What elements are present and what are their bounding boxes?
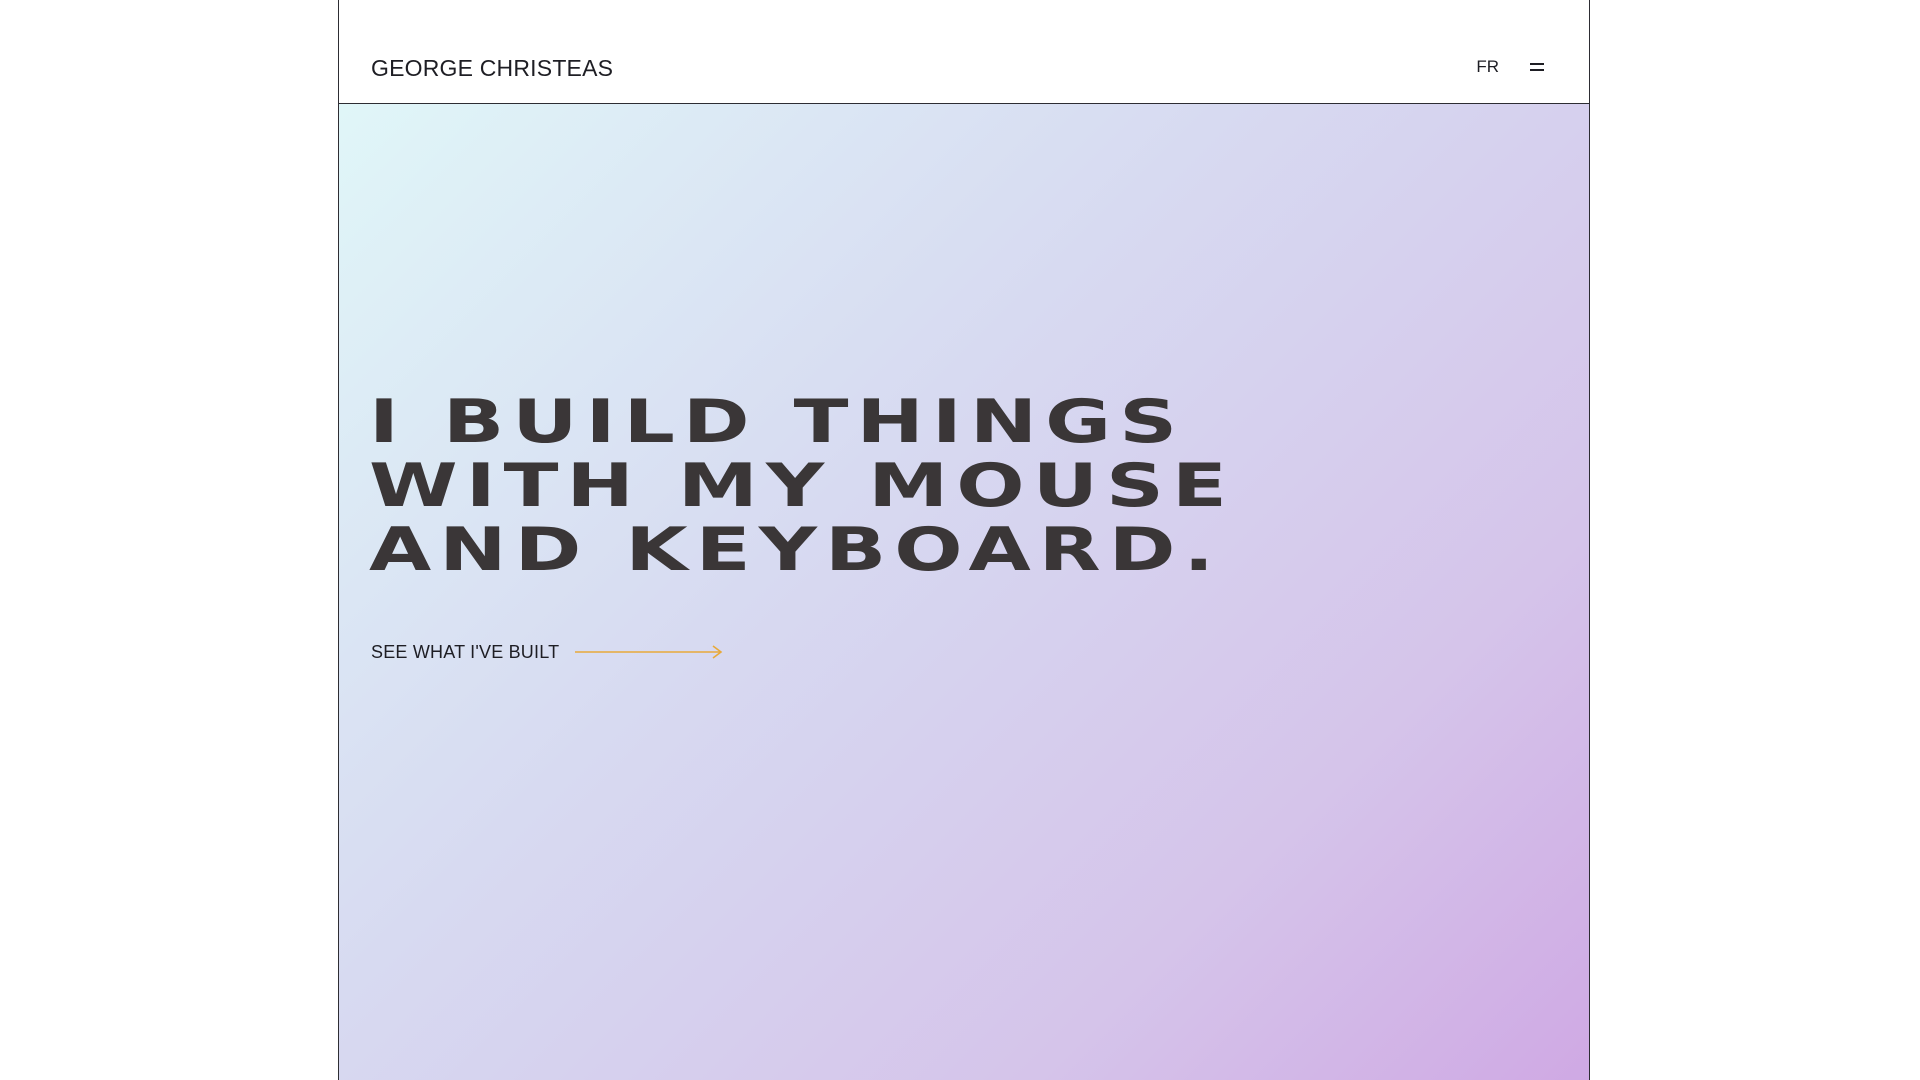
- menu-icon-line-bottom: [1530, 69, 1544, 71]
- page-frame: GEORGE CHRISTEAS FR I BUILD THINGS WITH …: [338, 0, 1590, 1080]
- site-brand-link[interactable]: GEORGE CHRISTEAS: [371, 53, 613, 83]
- see-work-label: SEE WHAT I'VE BUILT: [371, 642, 560, 662]
- hamburger-menu-icon[interactable]: [1530, 62, 1544, 72]
- headline-line-1: I BUILD THINGS: [369, 387, 1186, 457]
- hero-headline: I BUILD THINGS WITH MY MOUSE AND KEYBOAR…: [369, 390, 1235, 582]
- language-toggle[interactable]: FR: [1476, 56, 1499, 78]
- menu-icon-line-top: [1530, 63, 1544, 65]
- hero-section: I BUILD THINGS WITH MY MOUSE AND KEYBOAR…: [339, 104, 1589, 1080]
- top-navigation-bar: GEORGE CHRISTEAS FR: [339, 0, 1589, 104]
- arrow-right-icon: [575, 645, 723, 659]
- headline-line-2: WITH MY MOUSE: [369, 451, 1235, 521]
- headline-line-3: AND KEYBOARD.: [369, 515, 1223, 585]
- see-work-link[interactable]: SEE WHAT I'VE BUILT: [371, 641, 723, 663]
